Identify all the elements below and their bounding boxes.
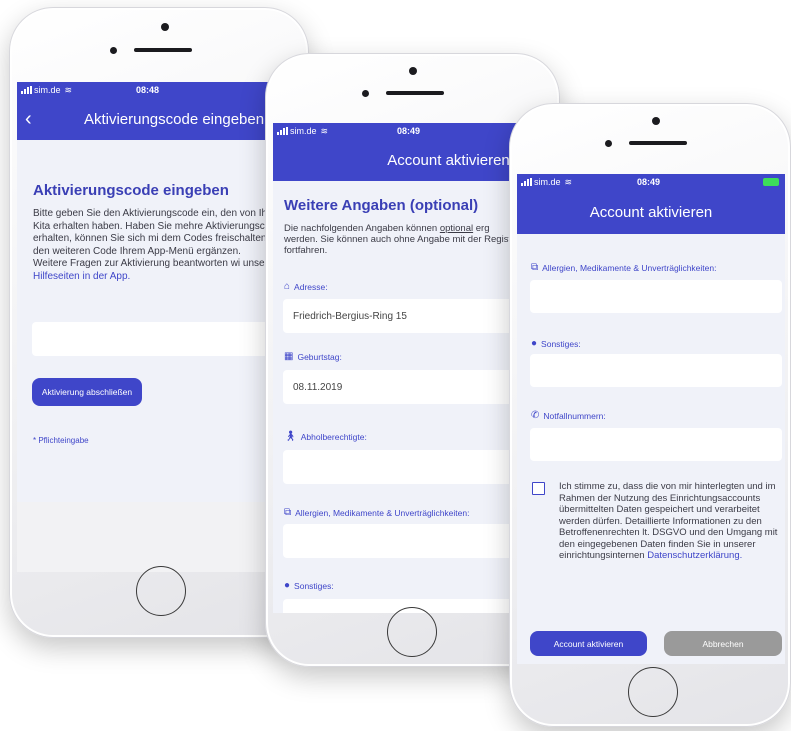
signal-icon: [21, 86, 32, 94]
speaker-icon: [134, 48, 192, 52]
phone-icon: ✆: [531, 410, 540, 421]
camera-icon: [362, 90, 369, 97]
camera-icon: [110, 47, 117, 54]
consent-text: Ich stimme zu, dass die von mir hinterle…: [559, 481, 778, 561]
battery-icon: [763, 178, 779, 186]
camera-icon: [652, 117, 660, 125]
other-label: ● Sonstiges:: [531, 338, 581, 349]
phone-1-screen: sim.de ≋ 08:48 ‹ Aktivierungscode eingeb…: [17, 82, 303, 572]
phone-1: sim.de ≋ 08:48 ‹ Aktivierungscode eingeb…: [9, 7, 309, 638]
emergency-label: ✆ Notfallnummern:: [531, 410, 606, 421]
status-time: 08:49: [637, 177, 661, 187]
cancel-button[interactable]: Abbrechen: [664, 631, 782, 656]
camera-icon: [409, 67, 417, 75]
app-bar: Account aktivieren: [517, 190, 785, 234]
help-link[interactable]: Hilfeseiten in der App.: [33, 271, 130, 282]
status-bar: sim.de ≋ 08:49: [517, 174, 785, 190]
allergies-label: ⧉ Allergien, Medikamente & Unverträglich…: [284, 507, 470, 518]
status-bar: sim.de ≋ 08:48: [17, 82, 303, 98]
camera-icon: [161, 23, 169, 31]
medication-icon: ⧉: [284, 507, 292, 518]
intro-text: Bitte geben Sie den Aktivierungscode ein…: [33, 208, 287, 282]
info-icon: ●: [284, 580, 291, 591]
home-button[interactable]: [387, 607, 437, 657]
other-label: ● Sonstiges:: [284, 580, 334, 591]
allergies-input[interactable]: [530, 280, 782, 313]
speaker-icon: [386, 91, 444, 95]
carrier-name: sim.de: [290, 126, 317, 136]
page-title: Aktivierungscode eingeben: [33, 182, 229, 199]
birthday-label: ▦ Geburtstag:: [284, 351, 342, 362]
app-bar-title: Account aktivieren: [387, 151, 510, 169]
signal-icon: [521, 178, 532, 186]
wifi-icon: ≋: [64, 84, 73, 95]
privacy-policy-link[interactable]: Datenschutzerklärung.: [647, 550, 742, 561]
calendar-icon: ▦: [284, 351, 294, 362]
phone-3: sim.de ≋ 08:49 Account aktivieren ⧉ Alle…: [509, 103, 791, 727]
allergies-label: ⧉ Allergien, Medikamente & Unverträglich…: [531, 262, 717, 273]
carrier-name: sim.de: [34, 85, 61, 95]
emergency-input[interactable]: [530, 428, 782, 461]
signal-icon: [277, 127, 288, 135]
app-bar: ‹ Aktivierungscode eingeben: [17, 98, 303, 140]
home-icon: ⌂: [284, 281, 291, 292]
app-bar-title: Aktivierungscode eingeben: [83, 110, 265, 128]
home-button[interactable]: [628, 667, 678, 717]
wifi-icon: ≋: [320, 125, 329, 136]
status-time: 08:49: [397, 126, 421, 136]
consent-checkbox[interactable]: [532, 482, 545, 495]
activate-account-button[interactable]: Account aktivieren: [530, 631, 647, 656]
pickup-label: 🚶︎ Abholberechtigte:: [284, 431, 367, 442]
wifi-icon: ≋: [564, 176, 573, 187]
home-button[interactable]: [136, 566, 186, 616]
bottom-bar: [17, 502, 303, 572]
chevron-left-icon[interactable]: ‹: [25, 109, 32, 129]
required-note: * Pflichteingabe: [33, 436, 89, 445]
speaker-icon: [629, 141, 687, 145]
activation-code-input[interactable]: [32, 322, 303, 356]
app-bar-title: Account aktivieren: [589, 203, 713, 221]
carrier-name: sim.de: [534, 177, 561, 187]
page-title: Weitere Angaben (optional): [284, 197, 479, 214]
complete-activation-button[interactable]: Aktivierung abschließen: [32, 378, 142, 406]
camera-icon: [605, 140, 612, 147]
info-icon: ●: [531, 338, 538, 349]
other-input[interactable]: [530, 354, 782, 387]
medication-icon: ⧉: [531, 262, 539, 273]
status-time: 08:48: [136, 85, 160, 95]
address-label: ⌂ Adresse:: [284, 281, 328, 292]
walking-person-icon: 🚶︎: [284, 431, 297, 442]
phone-3-screen: sim.de ≋ 08:49 Account aktivieren ⧉ Alle…: [517, 174, 785, 664]
